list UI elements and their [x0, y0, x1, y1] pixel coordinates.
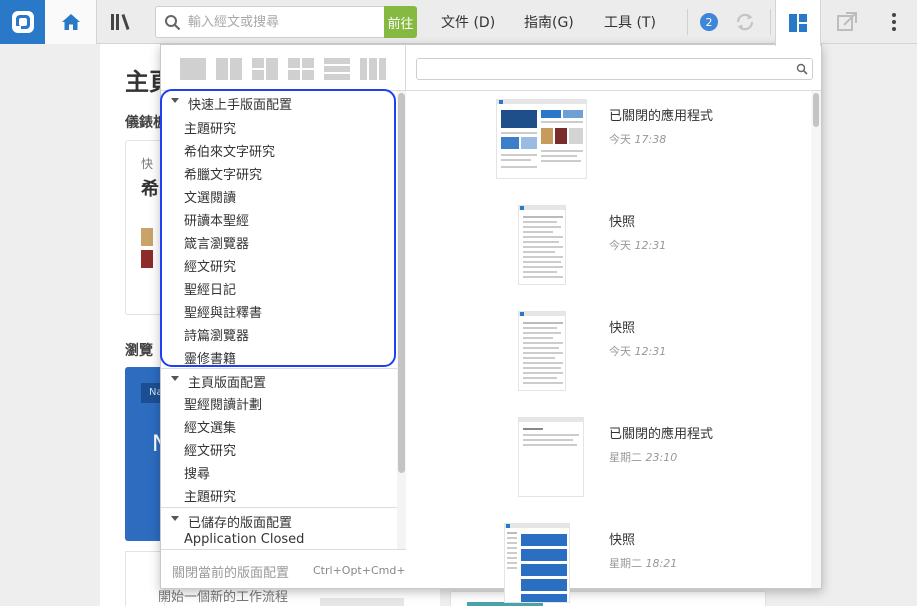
layout-item[interactable]: 經文選集 — [184, 417, 236, 439]
layout-single-icon[interactable] — [179, 57, 207, 81]
history-entry-title: 快照 — [609, 321, 636, 336]
close-current-layout-button[interactable]: 關閉當前的版面配置 — [172, 562, 289, 581]
collapse-triangle-icon[interactable] — [171, 98, 179, 103]
home-button[interactable] — [45, 0, 97, 44]
layout-history-pane: 已關閉的應用程式 今天 17:38 快照 今天 12:31 快照 今天 12:3… — [406, 45, 821, 603]
layout-item[interactable]: Application Closed — [184, 532, 304, 549]
quick-start-card-title: 希 — [141, 179, 159, 200]
layout-item[interactable]: 主題研究 — [184, 486, 236, 508]
history-entry[interactable]: 已關閉的應用程式 星期二 23:10 — [406, 409, 811, 515]
history-filter-input[interactable] — [423, 61, 793, 77]
history-entry-date: 今天 12:31 — [609, 239, 667, 252]
layout-columns-icon[interactable] — [359, 57, 387, 81]
quick-start-card-label: 快 — [141, 157, 154, 171]
layout-item[interactable]: 經文研究 — [184, 256, 236, 278]
history-entry[interactable]: 快照 今天 12:31 — [406, 303, 811, 409]
library-button[interactable] — [100, 0, 142, 44]
layout-icon — [789, 14, 807, 32]
layout-item[interactable]: 希伯來文字研究 — [184, 141, 275, 163]
layouts-tree: 快速上手版面配置 主題研究 希伯來文字研究 希臘文字研究 文選閱讀 研讀本聖經 … — [161, 91, 397, 549]
layout-thumbnail — [496, 99, 587, 179]
layout-thumbnail — [504, 523, 570, 603]
history-entry-title: 已關閉的應用程式 — [609, 109, 714, 124]
scrollbar-thumb[interactable] — [813, 93, 819, 127]
history-filter — [416, 58, 813, 80]
layout-item[interactable]: 主題研究 — [184, 118, 236, 140]
history-entry-date: 今天 17:38 — [609, 133, 667, 146]
library-icon — [111, 14, 130, 30]
layout-thumbnail — [518, 311, 566, 391]
layout-thumbnail — [518, 205, 566, 285]
scrollbar-thumb[interactable] — [398, 93, 405, 473]
history-entry-title: 快照 — [609, 215, 636, 230]
layouts-scrollbar[interactable] — [397, 91, 406, 549]
toolbar-divider — [687, 9, 688, 35]
layout-item[interactable]: 聖經閱讀計劃 — [184, 394, 262, 416]
layout-item[interactable]: 研讀本聖經 — [184, 210, 249, 232]
history-entry[interactable]: 已關閉的應用程式 今天 17:38 — [406, 91, 811, 197]
menu-guide[interactable]: 指南(G) — [524, 12, 574, 32]
layout-item[interactable]: 搜尋 — [184, 463, 210, 485]
layout-item[interactable]: 文選閱讀 — [184, 187, 236, 209]
layout-four-pane-icon[interactable] — [287, 57, 315, 81]
layout-rows-icon[interactable] — [323, 57, 351, 81]
history-entry-date: 星期二 23:10 — [609, 451, 678, 464]
logos-logo-icon[interactable] — [0, 0, 45, 44]
group-label: 已儲存的版面配置 — [188, 516, 293, 531]
collapse-triangle-icon[interactable] — [171, 376, 179, 381]
workflow-card-bar — [320, 598, 404, 606]
book-cover-thumbnail — [141, 250, 153, 268]
more-options-icon[interactable] — [886, 10, 902, 34]
undock-panel-icon[interactable] — [836, 11, 858, 33]
search-icon — [796, 63, 808, 75]
layout-item[interactable]: 希臘文字研究 — [184, 164, 262, 186]
layouts-list-pane: 快速上手版面配置 主題研究 希伯來文字研究 希臘文字研究 文選閱讀 研讀本聖經 … — [161, 45, 413, 588]
layout-item[interactable]: 靈修書籍 — [184, 348, 236, 370]
search-icon — [165, 15, 181, 31]
layouts-dropdown-panel: 快速上手版面配置 主題研究 希伯來文字研究 希臘文字研究 文選閱讀 研讀本聖經 … — [160, 44, 822, 603]
group-home-layouts[interactable]: 主頁版面配置 — [161, 369, 397, 391]
search-input[interactable] — [188, 11, 378, 33]
history-entry-title: 快照 — [609, 533, 636, 548]
search-bar — [155, 6, 385, 38]
divider — [161, 507, 397, 508]
layouts-button[interactable] — [775, 0, 821, 46]
group-quick-start-layouts[interactable]: 快速上手版面配置 — [161, 91, 397, 113]
layout-thumbnail — [518, 417, 584, 497]
sync-icon[interactable] — [733, 10, 757, 34]
toolbar-divider — [770, 9, 771, 35]
history-entry-date: 星期二 18:21 — [609, 557, 678, 570]
history-entry-title: 已關閉的應用程式 — [609, 427, 714, 442]
group-label: 快速上手版面配置 — [188, 98, 293, 113]
layouts-footer: 關閉當前的版面配置 Ctrl+Opt+Cmd+X — [161, 549, 413, 588]
browse-heading: 瀏覽 — [125, 343, 153, 359]
history-entry[interactable]: 快照 今天 12:31 — [406, 197, 811, 303]
layout-item[interactable]: 詩篇瀏覽器 — [184, 325, 249, 347]
layout-item[interactable]: 箴言瀏覽器 — [184, 233, 249, 255]
go-button[interactable]: 前往 — [384, 6, 417, 38]
keyboard-shortcut: Ctrl+Opt+Cmd+X — [313, 564, 414, 577]
group-label: 主頁版面配置 — [188, 376, 267, 391]
layout-item[interactable]: 聖經日記 — [184, 279, 236, 301]
collapse-triangle-icon[interactable] — [171, 516, 179, 521]
group-saved-layouts[interactable]: 已儲存的版面配置 — [161, 509, 397, 531]
history-entry-date: 今天 12:31 — [609, 345, 667, 358]
home-icon — [61, 14, 80, 30]
layout-item[interactable]: 經文研究 — [184, 440, 236, 462]
notification-badge[interactable]: 2 — [700, 13, 718, 31]
layout-item[interactable]: 聖經與註釋書 — [184, 302, 262, 324]
history-entry[interactable]: 快照 星期二 18:21 — [406, 515, 811, 606]
menu-file[interactable]: 文件 (D) — [441, 12, 495, 32]
book-cover-thumbnail — [141, 228, 153, 246]
menu-tools[interactable]: 工具 (T) — [604, 12, 656, 32]
layout-two-column-icon[interactable] — [215, 57, 243, 81]
history-scrollbar[interactable] — [811, 91, 821, 588]
layout-three-pane-icon[interactable] — [251, 57, 279, 81]
